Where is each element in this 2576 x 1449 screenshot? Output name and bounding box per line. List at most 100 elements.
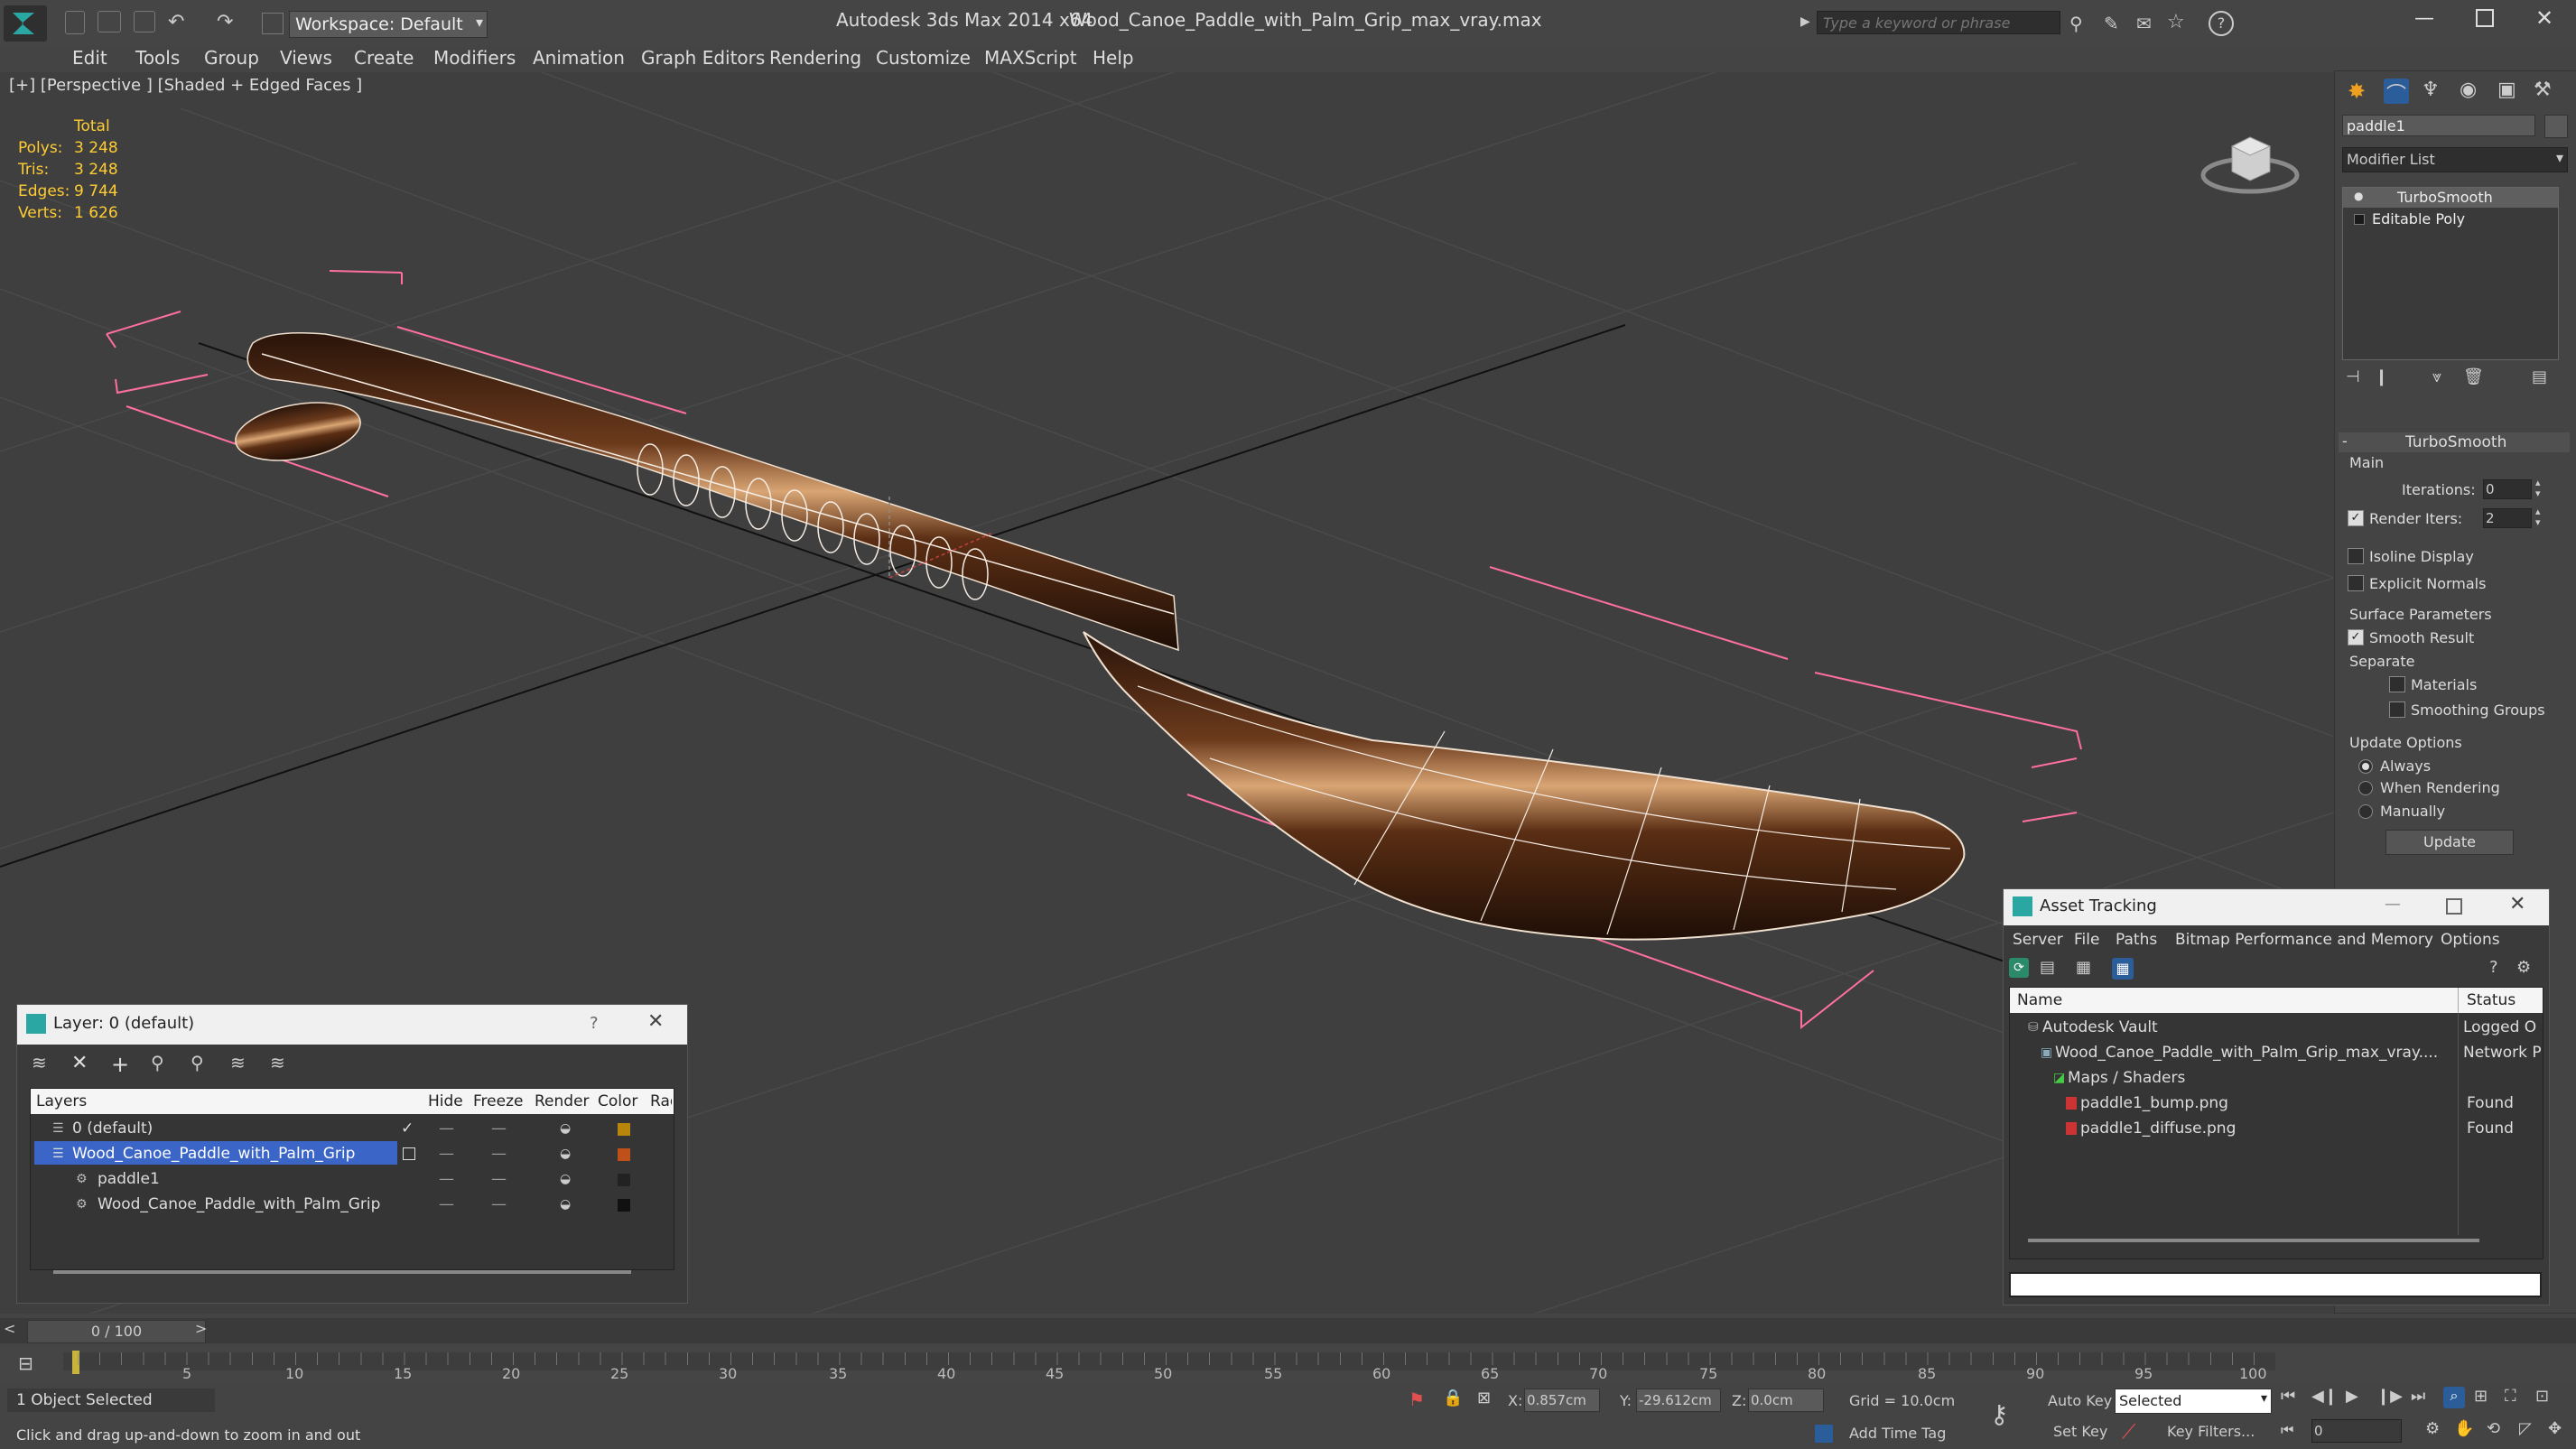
next-frame-arrow-icon[interactable]: >: [195, 1320, 207, 1337]
current-layer-check-icon[interactable]: ✓: [401, 1116, 414, 1141]
go-to-end-icon[interactable]: ⏭: [2411, 1387, 2436, 1412]
favorites-star-icon[interactable]: ☆: [2167, 11, 2185, 33]
menu-customize[interactable]: Customize: [876, 45, 971, 70]
close-icon[interactable]: ✕: [2509, 893, 2525, 915]
search-input[interactable]: [1817, 11, 2060, 34]
list-view-icon[interactable]: ▤: [2040, 958, 2065, 983]
maxscript-listener-field[interactable]: 1 Object Selected: [7, 1389, 215, 1412]
hierarchy-tab-icon[interactable]: ♆: [2422, 79, 2447, 104]
spinner-arrows-icon[interactable]: ▴ ▾: [2535, 478, 2541, 499]
column-name[interactable]: Name: [2017, 991, 2062, 1009]
configure-modifier-sets-icon[interactable]: ▤: [2532, 367, 2557, 393]
layer-hscrollbar[interactable]: [53, 1270, 631, 1274]
time-tag-icon[interactable]: [1815, 1425, 1833, 1443]
smoothing-groups-checkbox[interactable]: [2389, 701, 2405, 718]
materials-checkbox[interactable]: [2389, 676, 2405, 692]
open-file-icon[interactable]: [98, 11, 121, 33]
key-icon[interactable]: ⚷: [1990, 1399, 2009, 1429]
close-icon[interactable]: ✕: [647, 1010, 664, 1033]
asset-path-field[interactable]: [2009, 1272, 2542, 1297]
next-frame-icon[interactable]: ❙▶: [2376, 1387, 2403, 1412]
layer-row-paddle1[interactable]: ⚙ paddle1 — — ◒: [31, 1166, 674, 1192]
asset-menu-bitmap[interactable]: Bitmap Performance and Memory: [2175, 927, 2433, 952]
workspace-dropdown[interactable]: Workspace: Default ▾: [289, 11, 488, 38]
menu-edit[interactable]: Edit: [72, 45, 107, 70]
menu-animation[interactable]: Animation: [533, 45, 625, 70]
current-layer-box[interactable]: [403, 1147, 415, 1160]
maximize-viewport-icon[interactable]: ⊡: [2535, 1387, 2561, 1412]
new-layer-icon[interactable]: ≋: [32, 1052, 57, 1077]
app-logo-icon[interactable]: [4, 5, 47, 42]
binoculars-icon[interactable]: ⚲: [2069, 13, 2083, 34]
freeze-toggle[interactable]: —: [491, 1166, 507, 1192]
search-arrow-icon[interactable]: ▶: [1800, 14, 1810, 31]
column-color[interactable]: Color: [598, 1092, 637, 1110]
layer-row-paddle-group[interactable]: ☰ Wood_Canoe_Paddle_with_Palm_Grip — — ◒: [31, 1141, 674, 1166]
object-name-field[interactable]: [2342, 115, 2535, 136]
layer-row-default[interactable]: ☰ 0 (default) ✓ — — ◒: [31, 1116, 674, 1141]
absolute-mode-icon[interactable]: ⊠: [1477, 1389, 1491, 1407]
layer-color-swatch[interactable]: [618, 1199, 630, 1212]
menu-graph-editors[interactable]: Graph Editors: [641, 45, 765, 70]
z-coord-field[interactable]: [1748, 1389, 1824, 1412]
object-color-swatch[interactable]: [2544, 115, 2568, 138]
hide-all-layers-icon[interactable]: ≋: [230, 1052, 256, 1077]
asset-row-max-file[interactable]: ▣ Wood_Canoe_Paddle_with_Palm_Grip_max_v…: [2010, 1040, 2543, 1065]
render-toggle-icon[interactable]: ◒: [560, 1141, 571, 1166]
isolate-selection-icon[interactable]: ⚑: [1409, 1389, 1425, 1410]
freeze-toggle[interactable]: —: [491, 1116, 507, 1141]
selection-lock-icon[interactable]: 🔒: [1443, 1389, 1463, 1407]
grid-view-icon[interactable]: ▦: [2112, 958, 2134, 980]
key-mode-dropdown[interactable]: Selected ▾: [2115, 1389, 2272, 1414]
show-end-result-icon[interactable]: ❙: [2375, 367, 2400, 393]
minimize-icon[interactable]: —: [2385, 895, 2401, 914]
asset-menu-file[interactable]: File: [2074, 927, 2099, 952]
viewcube-icon[interactable]: [2199, 119, 2301, 200]
help-icon[interactable]: ?: [590, 1014, 599, 1033]
asset-menu-server[interactable]: Server: [2013, 927, 2063, 952]
render-toggle-icon[interactable]: ◒: [560, 1116, 571, 1141]
smooth-result-checkbox[interactable]: ✓: [2348, 629, 2364, 646]
explicit-normals-checkbox[interactable]: [2348, 575, 2364, 591]
select-objects-icon[interactable]: ⚲: [151, 1052, 176, 1077]
isoline-display-checkbox[interactable]: [2348, 548, 2364, 564]
asset-window-titlebar[interactable]: Asset Tracking — ✕: [2004, 889, 2549, 925]
layer-row-paddle-object[interactable]: ⚙ Wood_Canoe_Paddle_with_Palm_Grip — — ◒: [31, 1192, 674, 1217]
project-folder-icon[interactable]: [262, 13, 284, 34]
always-radio[interactable]: [2358, 759, 2373, 774]
maximize-icon[interactable]: [2476, 9, 2494, 27]
asset-menu-options[interactable]: Options: [2441, 927, 2500, 952]
table-view-icon[interactable]: ▦: [2076, 958, 2101, 983]
modifier-list-dropdown[interactable]: Modifier List ▾: [2342, 147, 2568, 172]
column-render[interactable]: Render: [535, 1092, 590, 1110]
mini-curve-editor-icon[interactable]: ⊟: [18, 1352, 33, 1374]
column-radiosity[interactable]: Rad: [650, 1092, 672, 1110]
display-tab-icon[interactable]: ▣: [2497, 79, 2523, 104]
set-key-button[interactable]: Set Key: [2053, 1423, 2107, 1440]
expand-icon[interactable]: [2354, 214, 2365, 225]
freeze-all-layers-icon[interactable]: ≋: [270, 1052, 295, 1077]
refresh-icon[interactable]: ⟳: [2009, 958, 2029, 978]
freeze-toggle[interactable]: —: [491, 1192, 507, 1217]
x-coord-field[interactable]: [1524, 1389, 1600, 1412]
make-unique-icon[interactable]: ⩔: [2432, 367, 2458, 393]
asset-row-bump[interactable]: paddle1_bump.png Found: [2010, 1091, 2543, 1116]
delete-layer-icon[interactable]: ✕: [71, 1052, 97, 1077]
minimize-icon[interactable]: —: [2414, 7, 2434, 30]
asset-hscrollbar[interactable]: [2028, 1239, 2479, 1242]
asset-row-maps[interactable]: ◪ Maps / Shaders: [2010, 1065, 2543, 1091]
column-layers[interactable]: Layers: [36, 1092, 87, 1110]
render-iters-spinner[interactable]: [2483, 508, 2532, 528]
walk-through-icon[interactable]: ✋: [2454, 1419, 2474, 1438]
pin-stack-icon[interactable]: ⊣: [2346, 367, 2371, 393]
remove-modifier-icon[interactable]: 🗑: [2463, 367, 2488, 393]
menu-group[interactable]: Group: [204, 45, 259, 70]
redo-icon[interactable]: ↷: [217, 11, 242, 36]
highlight-layer-icon[interactable]: ⚲: [191, 1052, 216, 1077]
freeze-toggle[interactable]: —: [491, 1141, 507, 1166]
go-to-start-icon[interactable]: ⏮: [2281, 1387, 2306, 1412]
zoom-icon[interactable]: ⌕: [2443, 1387, 2465, 1408]
menu-modifiers[interactable]: Modifiers: [433, 45, 516, 70]
help-icon[interactable]: ?: [2489, 958, 2515, 983]
viewport-label[interactable]: [+] [Perspective ] [Shaded + Edged Faces…: [9, 76, 362, 95]
